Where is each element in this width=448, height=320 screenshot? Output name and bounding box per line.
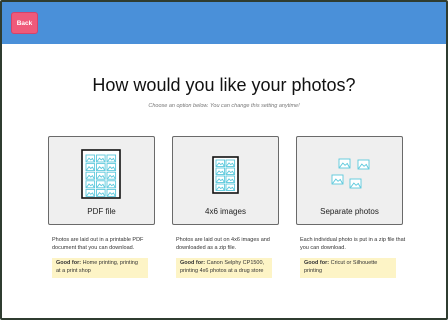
good-for-box: Good for: Cricut or Silhouette printing	[300, 258, 396, 278]
option-description: Photos are laid out on 4x6 images and do…	[176, 237, 270, 251]
page-title: How would you like your photos?	[92, 75, 356, 95]
option-label: Separate photos	[320, 207, 379, 216]
app-window: Back How would you like your photos? Cho…	[0, 0, 448, 320]
back-button[interactable]: Back	[11, 12, 38, 34]
good-for-label: Good for:	[304, 260, 330, 266]
good-for-box: Good for: Home printing, printing at a p…	[52, 258, 148, 278]
option-card-separate[interactable]: Separate photos	[296, 136, 403, 225]
option-label: 4x6 images	[205, 207, 246, 216]
top-bar: Back	[2, 2, 446, 44]
option-description: Photos are laid out in a printable PDF d…	[52, 237, 144, 251]
good-for-label: Good for:	[180, 260, 206, 266]
page-subtitle: Choose an option below. You can change t…	[148, 103, 300, 109]
good-for-label: Good for:	[56, 260, 82, 266]
option-label: PDF file	[87, 207, 116, 216]
option-description: Each individual photo is put in a zip fi…	[300, 237, 406, 251]
option-card-pdf[interactable]: PDF file	[48, 136, 155, 225]
good-for-box: Good for: Canon Selphy CP1500, printing …	[176, 258, 272, 278]
option-card-4x6[interactable]: 4x6 images	[172, 136, 279, 225]
